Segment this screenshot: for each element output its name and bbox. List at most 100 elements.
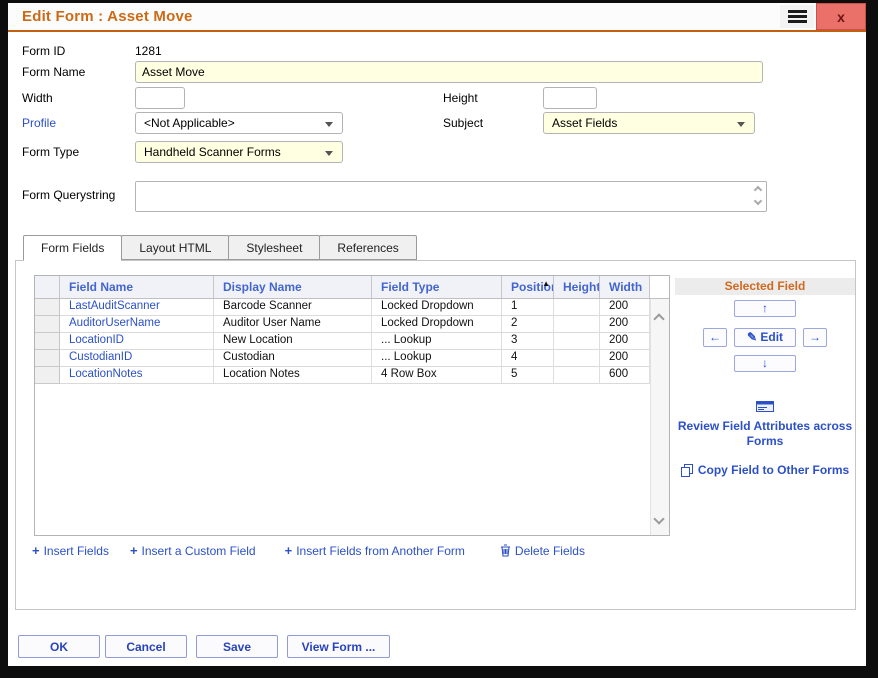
table-row[interactable]: AuditorUserName Auditor User Name Locked… xyxy=(35,316,650,333)
scroll-down-icon[interactable] xyxy=(653,513,664,524)
fields-table: Field Name Display Name Field Type Posit… xyxy=(34,275,670,536)
cell-width[interactable]: 200 xyxy=(600,316,650,333)
form-querystring-input[interactable] xyxy=(136,182,748,211)
row-selector[interactable] xyxy=(35,350,60,367)
header-width[interactable]: Width xyxy=(600,276,650,298)
move-right-button[interactable]: → xyxy=(803,328,827,347)
ok-button[interactable]: OK xyxy=(18,635,100,658)
scroll-up-icon[interactable] xyxy=(754,186,762,194)
copy-field-link[interactable]: Copy Field to Other Forms xyxy=(675,463,855,477)
insert-custom-field-link[interactable]: + Insert a Custom Field xyxy=(130,543,256,558)
cell-width[interactable]: 600 xyxy=(600,367,650,384)
cell-position[interactable]: 1 xyxy=(502,299,554,316)
edit-field-button[interactable]: ✎ Edit xyxy=(734,328,796,347)
profile-value: <Not Applicable> xyxy=(144,116,235,130)
plus-icon: + xyxy=(32,543,40,558)
scroll-down-icon[interactable] xyxy=(754,197,762,205)
vertical-scrollbar[interactable] xyxy=(650,299,669,535)
cell-field-type[interactable]: ... Lookup xyxy=(372,350,502,367)
table-row[interactable]: CustodianID Custodian ... Lookup 4 200 xyxy=(35,350,650,367)
cell-height[interactable] xyxy=(554,299,600,316)
cell-field-type[interactable]: 4 Row Box xyxy=(372,367,502,384)
cell-display-name[interactable]: Custodian xyxy=(214,350,372,367)
cell-position[interactable]: 5 xyxy=(502,367,554,384)
move-down-button[interactable]: ↓ xyxy=(734,355,796,372)
tab-layout-html[interactable]: Layout HTML xyxy=(121,235,229,260)
cell-field-name[interactable]: CustodianID xyxy=(60,350,214,367)
cell-height[interactable] xyxy=(554,367,600,384)
form-name-input[interactable] xyxy=(135,61,763,83)
menu-button[interactable] xyxy=(780,5,814,28)
header-display-name[interactable]: Display Name xyxy=(214,276,372,298)
cell-position[interactable]: 2 xyxy=(502,316,554,333)
review-attributes-block: Review Field Attributes across Forms xyxy=(675,399,855,449)
insert-fields-from-form-link[interactable]: + Insert Fields from Another Form xyxy=(285,543,465,558)
review-field-attributes-link[interactable]: Review Field Attributes across Forms xyxy=(675,419,855,449)
width-input[interactable] xyxy=(135,87,185,109)
table-row[interactable]: LastAuditScanner Barcode Scanner Locked … xyxy=(35,299,650,316)
row-selector[interactable] xyxy=(35,333,60,350)
chevron-down-icon xyxy=(325,122,333,127)
height-label: Height xyxy=(443,91,543,105)
cell-width[interactable]: 200 xyxy=(600,350,650,367)
cell-field-name[interactable]: LastAuditScanner xyxy=(60,299,214,316)
save-button[interactable]: Save xyxy=(196,635,278,658)
height-input[interactable] xyxy=(543,87,597,109)
row-selector[interactable] xyxy=(35,316,60,333)
insert-fields-link[interactable]: + Insert Fields xyxy=(32,543,109,558)
cell-field-name[interactable]: AuditorUserName xyxy=(60,316,214,333)
move-up-button[interactable]: ↑ xyxy=(734,300,796,317)
cell-width[interactable]: 200 xyxy=(600,333,650,350)
cell-display-name[interactable]: New Location xyxy=(214,333,372,350)
form-type-dropdown[interactable]: Handheld Scanner Forms xyxy=(135,141,343,163)
move-left-button[interactable]: ← xyxy=(703,328,727,347)
table-rows: LastAuditScanner Barcode Scanner Locked … xyxy=(35,299,650,535)
width-label: Width xyxy=(22,91,135,105)
header-height[interactable]: Height xyxy=(554,276,600,298)
delete-fields-link[interactable]: Delete Fields xyxy=(500,544,585,558)
dialog-title: Edit Form : Asset Move xyxy=(22,3,193,30)
header-blank xyxy=(650,276,669,298)
cell-height[interactable] xyxy=(554,316,600,333)
cell-field-type[interactable]: Locked Dropdown xyxy=(372,316,502,333)
cell-height[interactable] xyxy=(554,350,600,367)
cancel-button[interactable]: Cancel xyxy=(105,635,187,658)
cell-height[interactable] xyxy=(554,333,600,350)
table-header: Field Name Display Name Field Type Posit… xyxy=(35,276,669,299)
tab-stylesheet[interactable]: Stylesheet xyxy=(228,235,320,260)
view-form-button[interactable]: View Form ... xyxy=(287,635,390,658)
tab-form-fields[interactable]: Form Fields xyxy=(23,235,122,261)
header-row-selector[interactable] xyxy=(35,276,60,298)
scroll-up-icon[interactable] xyxy=(653,313,664,324)
cell-position[interactable]: 3 xyxy=(502,333,554,350)
sort-asc-icon: ▲ xyxy=(542,276,550,295)
header-field-name[interactable]: Field Name xyxy=(60,276,214,298)
cell-position[interactable]: 4 xyxy=(502,350,554,367)
form-fields-panel: Field Name Display Name Field Type Posit… xyxy=(15,260,856,610)
chevron-down-icon xyxy=(325,151,333,156)
arrow-right-icon: → xyxy=(809,330,821,344)
table-row[interactable]: LocationNotes Location Notes 4 Row Box 5… xyxy=(35,367,650,384)
cell-field-name[interactable]: LocationNotes xyxy=(60,367,214,384)
subject-dropdown[interactable]: Asset Fields xyxy=(543,112,755,134)
cell-field-type[interactable]: Locked Dropdown xyxy=(372,299,502,316)
cell-display-name[interactable]: Auditor User Name xyxy=(214,316,372,333)
cell-display-name[interactable]: Barcode Scanner xyxy=(214,299,372,316)
cell-width[interactable]: 200 xyxy=(600,299,650,316)
arrow-down-icon: ↓ xyxy=(762,356,768,370)
dialog-frame: Edit Form : Asset Move x Form ID 1281 Fo… xyxy=(0,0,878,678)
header-field-type[interactable]: Field Type xyxy=(372,276,502,298)
cell-display-name[interactable]: Location Notes xyxy=(214,367,372,384)
cell-field-name[interactable]: LocationID xyxy=(60,333,214,350)
row-selector[interactable] xyxy=(35,299,60,316)
profile-dropdown[interactable]: <Not Applicable> xyxy=(135,112,343,134)
cell-field-type[interactable]: ... Lookup xyxy=(372,333,502,350)
tab-references[interactable]: References xyxy=(319,235,416,260)
title-bar: Edit Form : Asset Move x xyxy=(8,3,866,32)
profile-label[interactable]: Profile xyxy=(22,116,135,130)
row-selector[interactable] xyxy=(35,367,60,384)
table-row[interactable]: LocationID New Location ... Lookup 3 200 xyxy=(35,333,650,350)
form-id-label: Form ID xyxy=(22,44,135,58)
close-button[interactable]: x xyxy=(816,3,866,30)
header-position[interactable]: Position ▲ xyxy=(502,276,554,298)
